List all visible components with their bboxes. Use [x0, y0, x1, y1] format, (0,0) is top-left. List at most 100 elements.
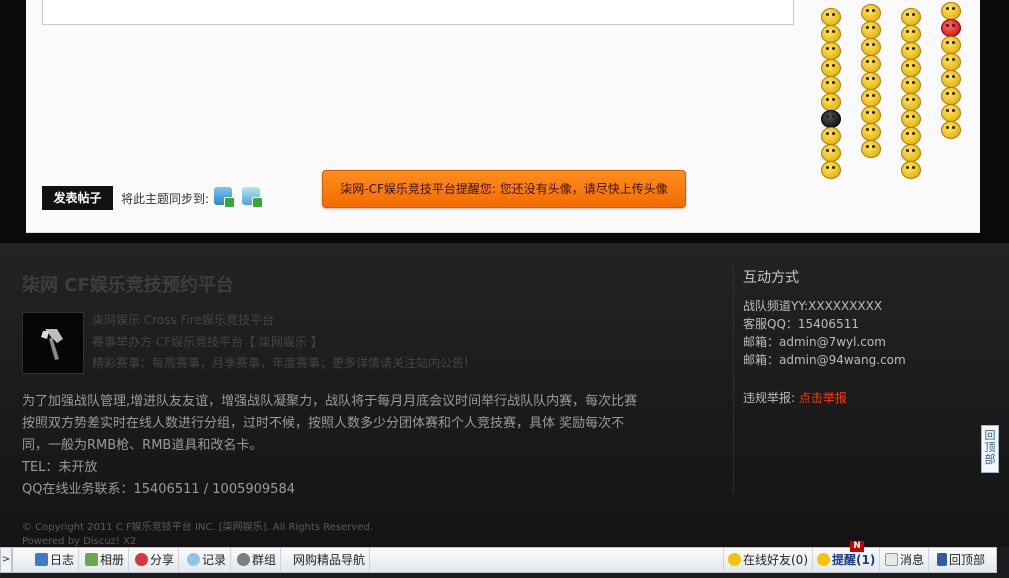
- remind-new-badge: N: [850, 541, 864, 552]
- notice-line: 同，一般为RMB枪、RMB道具和改名卡。: [22, 438, 263, 453]
- toolbar-online-friends-button[interactable]: 在线好友(0): [723, 548, 813, 572]
- toolbar-label: 网购精品导航: [293, 553, 366, 567]
- envelope-icon: [885, 553, 898, 566]
- footer-divider: [733, 265, 734, 495]
- toolbar-toggle-button[interactable]: >: [0, 547, 12, 573]
- toolbar-back-to-top-button[interactable]: 回顶部: [933, 548, 989, 572]
- smiley-emoticon-icon[interactable]: [821, 110, 841, 128]
- smiley-emoticon-icon[interactable]: [901, 93, 921, 111]
- sync-label: 将此主题同步到:: [121, 192, 210, 206]
- toolbar-group-button[interactable]: 群组: [233, 548, 282, 572]
- smiley-emoticon-icon[interactable]: [901, 110, 921, 128]
- post-textarea[interactable]: [42, 0, 794, 25]
- smiley-emoticon-icon[interactable]: [901, 59, 921, 77]
- checkbox-checked-icon: [224, 197, 235, 208]
- friend-icon: [728, 553, 741, 566]
- sync-qzone-icon[interactable]: [242, 187, 263, 208]
- toolbar-label: 提醒(1): [832, 553, 876, 567]
- arrow-up-icon: [937, 553, 947, 566]
- smiley-emoticon-icon[interactable]: [821, 25, 841, 43]
- site-footer: 柒网 CF娱乐竞技预约平台 柒网娱乐 Cross Fire娱乐竞技平台 赛事举办…: [0, 243, 1009, 547]
- footer-info-line: 柒网娱乐 Cross Fire娱乐竞技平台: [92, 313, 274, 327]
- axe-logo-icon: [41, 329, 63, 360]
- toolbar-remind-button[interactable]: 提醒(1): [813, 548, 881, 572]
- smiley-emoticon-icon[interactable]: [861, 123, 881, 141]
- group-icon: [237, 553, 250, 566]
- smiley-emoticon-icon[interactable]: [821, 161, 841, 179]
- smiley-emoticon-icon[interactable]: [861, 140, 881, 158]
- footer-notice: 为了加强战队管理,增进队友友谊，增强战队凝聚力，战队将于每月月底会议时间举行战队…: [22, 391, 694, 501]
- toolbar-label: 消息: [900, 553, 925, 567]
- report-label: 违规举报:: [743, 391, 796, 405]
- smiley-emoticon-icon[interactable]: [861, 55, 881, 73]
- side-back-to-top-button[interactable]: 回顶部: [981, 425, 999, 473]
- footer-site-title: 柒网 CF娱乐竞技预约平台: [22, 275, 234, 296]
- notice-line: 按照双方势差实时在线人数进行分组，过时不候，按照人数多少分团体赛和个人竞技赛，具…: [22, 416, 625, 431]
- report-row: 违规举报: 点击举报: [743, 389, 993, 406]
- smiley-emoticon-icon[interactable]: [901, 127, 921, 145]
- smiley-emoticon-icon[interactable]: [821, 144, 841, 162]
- footer-logo: [22, 312, 84, 374]
- smiley-emoticon-icon[interactable]: [901, 42, 921, 60]
- checkbox-checked-icon: [252, 197, 263, 208]
- smiley-emoticon-icon[interactable]: [821, 127, 841, 145]
- editor-panel: 发表帖子 将此主题同步到: 柒网-CF娱乐竞技平台提醒您: 您还没有头像，请尽快…: [26, 0, 980, 233]
- toolbar-shopping-nav-link[interactable]: 网购精品导航: [285, 548, 371, 572]
- toolbar-label: 群组: [252, 553, 277, 567]
- smiley-emoticon-icon[interactable]: [941, 121, 961, 139]
- smiley-emoticon-icon[interactable]: [861, 4, 881, 22]
- toolbar-message-button[interactable]: 消息: [881, 548, 930, 572]
- contact-line: 邮箱：admin@7wyl.com: [743, 335, 886, 349]
- smiley-emoticon-icon[interactable]: [941, 19, 961, 37]
- smiley-emoticon-icon[interactable]: [861, 72, 881, 90]
- smiley-emoticon-icon[interactable]: [821, 42, 841, 60]
- toolbar-label: 在线好友(0): [743, 553, 808, 567]
- smiley-emoticon-icon[interactable]: [901, 25, 921, 43]
- smiley-emoticon-icon[interactable]: [941, 53, 961, 71]
- smiley-panel: [821, 0, 971, 179]
- smiley-emoticon-icon[interactable]: [821, 76, 841, 94]
- bulb-icon: [817, 553, 830, 566]
- toolbar-label: 日志: [50, 553, 75, 567]
- smiley-emoticon-icon[interactable]: [821, 8, 841, 26]
- smiley-emoticon-icon[interactable]: [821, 59, 841, 77]
- smiley-emoticon-icon[interactable]: [941, 36, 961, 54]
- footer-info-line: 精彩赛事：每周赛事，月季赛事，年度赛事；更多详情请关注站内公告!: [92, 356, 469, 370]
- toolbar-label: 相册: [100, 553, 125, 567]
- sync-weibo-icon[interactable]: [214, 187, 235, 208]
- smiley-emoticon-icon[interactable]: [901, 76, 921, 94]
- footer-powered-by[interactable]: Powered by Discuz! X2: [22, 536, 136, 547]
- smiley-emoticon-icon[interactable]: [941, 87, 961, 105]
- smiley-emoticon-icon[interactable]: [941, 70, 961, 88]
- contact-line: 战队频道YY:XXXXXXXXX: [743, 299, 883, 313]
- avatar-upload-notice[interactable]: 柒网-CF娱乐竞技平台提醒您: 您还没有头像，请尽快上传头像: [322, 170, 686, 208]
- notice-line: QQ在线业务联系：15406511 / 1005909584: [22, 482, 295, 497]
- toolbar-album-button[interactable]: 相册: [81, 548, 130, 572]
- smiley-emoticon-icon[interactable]: [861, 21, 881, 39]
- smiley-emoticon-icon[interactable]: [901, 144, 921, 162]
- contact-title: 互动方式: [743, 270, 799, 286]
- side-back-to-top-label: 回顶部: [984, 429, 996, 466]
- toolbar-blog-button[interactable]: 日志: [31, 548, 80, 572]
- contact-section: 互动方式 战队频道YY:XXXXXXXXX 客服QQ：15406511 邮箱：a…: [743, 267, 993, 406]
- toolbar-record-button[interactable]: 记录: [183, 548, 232, 572]
- contact-line: 客服QQ：15406511: [743, 317, 859, 331]
- speech-bubble-icon: [187, 553, 200, 566]
- notice-line: 为了加强战队管理,增进队友友谊，增强战队凝聚力，战队将于每月月底会议时间举行战队…: [22, 394, 638, 409]
- smiley-emoticon-icon[interactable]: [941, 104, 961, 122]
- smiley-emoticon-icon[interactable]: [861, 106, 881, 124]
- post-submit-button[interactable]: 发表帖子: [42, 186, 113, 210]
- toolbar-label: 分享: [150, 553, 175, 567]
- notice-line: TEL：未开放: [22, 460, 98, 475]
- smiley-emoticon-icon[interactable]: [861, 89, 881, 107]
- footer-copyright: © Copyright 2011 C F娱乐竞技平台 INC. [柒网娱乐]. …: [22, 522, 373, 533]
- smiley-emoticon-icon[interactable]: [821, 93, 841, 111]
- smiley-emoticon-icon[interactable]: [941, 2, 961, 20]
- smiley-emoticon-icon[interactable]: [901, 8, 921, 26]
- editor-frame: 发表帖子 将此主题同步到: 柒网-CF娱乐竞技平台提醒您: 您还没有头像，请尽快…: [0, 0, 1009, 243]
- report-link[interactable]: 点击举报: [799, 391, 847, 405]
- smiley-emoticon-icon[interactable]: [861, 38, 881, 56]
- album-icon: [85, 553, 98, 566]
- smiley-emoticon-icon[interactable]: [901, 161, 921, 179]
- toolbar-share-button[interactable]: 分享: [131, 548, 180, 572]
